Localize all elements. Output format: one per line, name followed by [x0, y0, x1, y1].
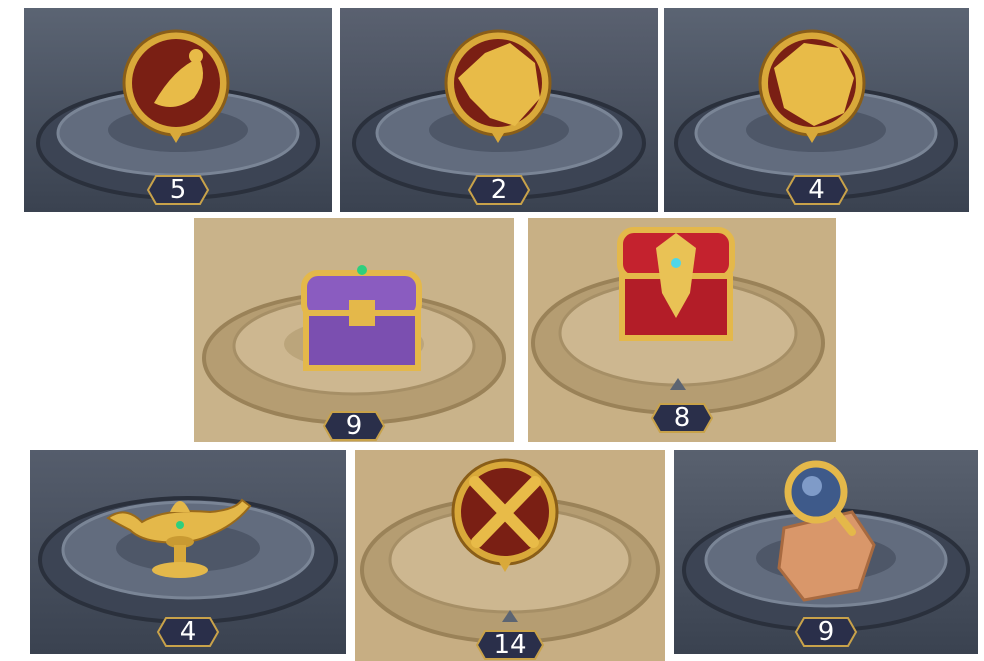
- tile-scorpion[interactable]: 5: [24, 8, 332, 212]
- count-value: 14: [493, 630, 527, 660]
- count-badge: 8: [650, 402, 714, 434]
- count-value: 4: [179, 617, 197, 647]
- count-badge: 5: [146, 174, 210, 206]
- count-value: 9: [817, 617, 835, 647]
- count-badge: 4: [156, 616, 220, 648]
- purple-chest-icon: [301, 265, 422, 371]
- count-badge: 9: [322, 410, 386, 442]
- tile-red-chest[interactable]: 8: [528, 218, 836, 442]
- count-badge: 9: [794, 616, 858, 648]
- count-value: 9: [345, 411, 363, 441]
- count-value: 4: [808, 175, 825, 205]
- tile-crossed-swords[interactable]: 14: [355, 450, 665, 661]
- tile-wolf[interactable]: 2: [340, 8, 658, 212]
- count-value: 5: [169, 175, 187, 205]
- count-value: 2: [490, 175, 508, 205]
- tile-purple-chest[interactable]: 9: [194, 218, 514, 442]
- count-badge: 4: [785, 174, 849, 206]
- count-value: 8: [673, 403, 691, 433]
- tile-magic-lamp[interactable]: 4: [30, 450, 346, 654]
- tile-magnifier-map[interactable]: 9: [674, 450, 978, 654]
- count-badge: 14: [475, 629, 545, 661]
- tile-lion[interactable]: 4: [664, 8, 969, 212]
- count-badge: 2: [467, 174, 531, 206]
